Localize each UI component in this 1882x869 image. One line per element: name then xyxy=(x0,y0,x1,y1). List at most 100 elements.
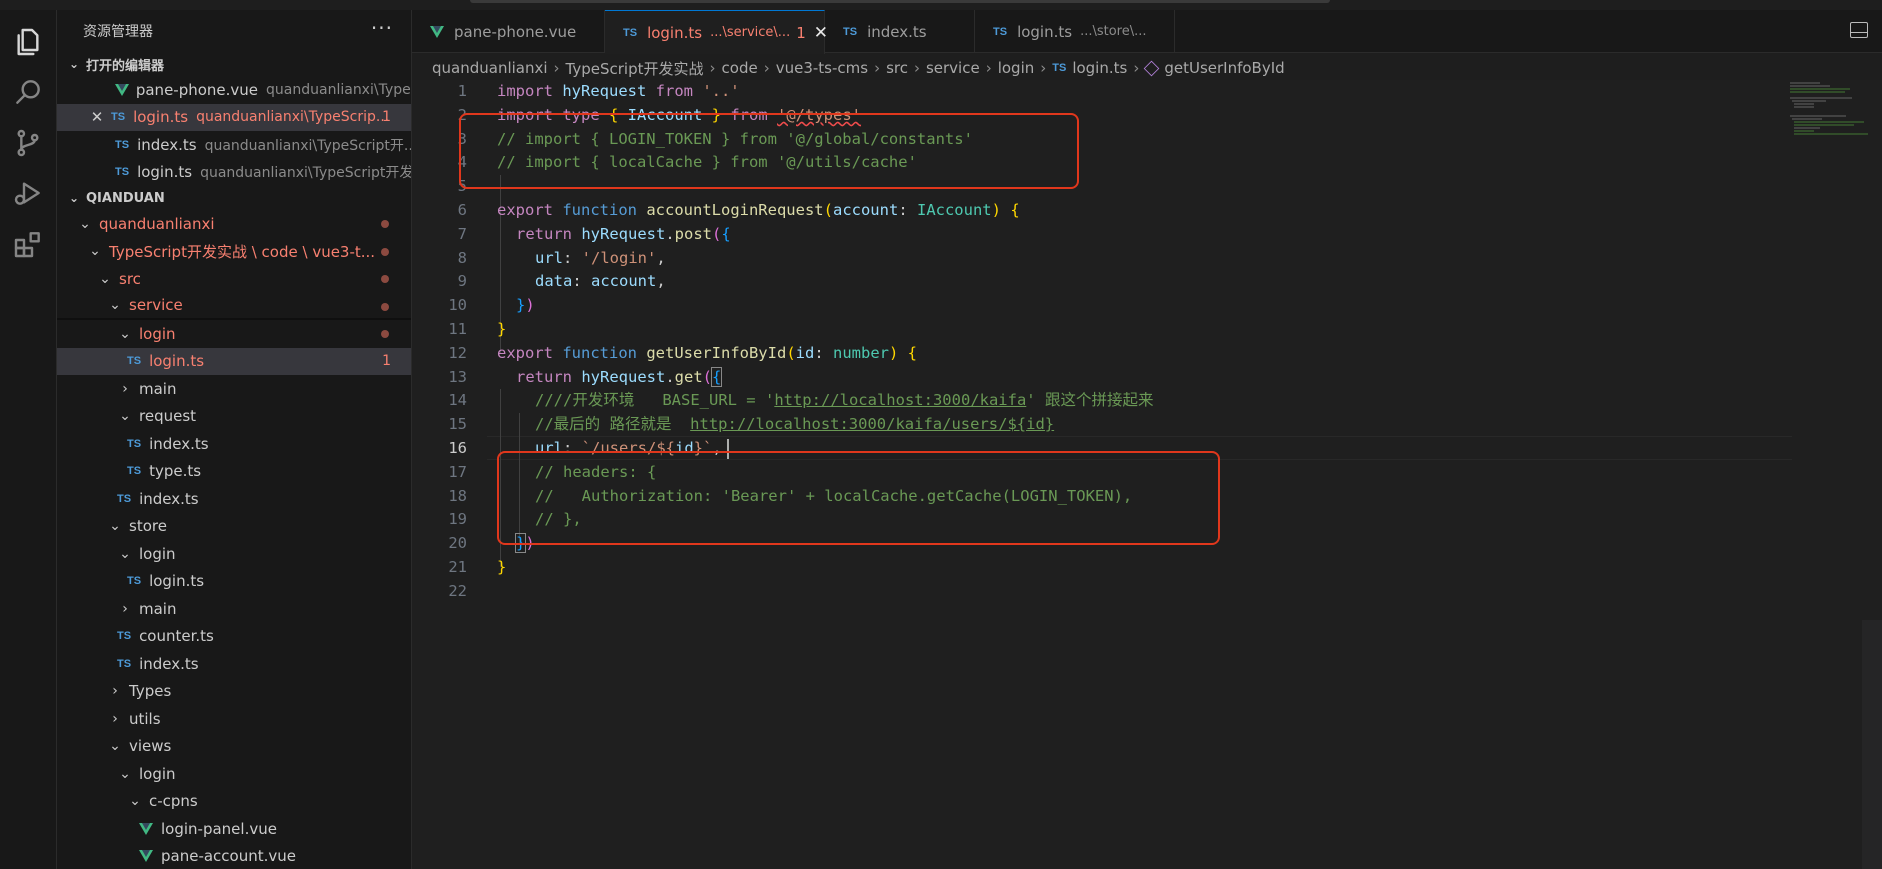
tree-file[interactable]: TS counter.ts xyxy=(57,623,411,651)
modified-dot xyxy=(381,220,389,228)
tree-folder[interactable]: › utils xyxy=(57,705,411,733)
tree-folder[interactable]: ⌄ service xyxy=(57,293,411,320)
chevron-down-icon: ⌄ xyxy=(109,738,121,755)
tree-folder[interactable]: ⌄ request xyxy=(57,403,411,431)
tree-folder[interactable]: ⌄ TypeScript开发实战 \ code \ vue3-t... xyxy=(57,238,411,266)
section-title: QIANDUAN xyxy=(86,190,165,206)
breadcrumb-item[interactable]: quanduanlianxi xyxy=(432,59,548,77)
ts-icon: TS xyxy=(117,630,132,643)
folder-section[interactable]: ⌄ QIANDUAN xyxy=(57,186,411,210)
explorer-icon[interactable] xyxy=(8,22,48,62)
tab-index[interactable]: TS index.ts xyxy=(825,10,975,53)
tree-label: store xyxy=(129,517,167,536)
toggle-panel-icon[interactable] xyxy=(1850,22,1868,38)
tree-file[interactable]: TS type.ts xyxy=(57,458,411,486)
tab-path: ...\store\... xyxy=(1080,24,1147,39)
breadcrumb-item[interactable]: login.ts xyxy=(1072,59,1127,77)
chevron-down-icon: ⌄ xyxy=(109,518,121,535)
tree-folder[interactable]: ⌄ src xyxy=(57,265,411,293)
vue-icon xyxy=(430,25,444,38)
line-number: 13 xyxy=(448,368,467,386)
open-editors-section[interactable]: ⌄ 打开的编辑器 xyxy=(57,52,411,76)
editor-tab-bar: pane-phone.vue TS login.ts ...\service\...… xyxy=(412,10,1882,54)
breadcrumb-item[interactable]: getUserInfoById xyxy=(1164,59,1284,77)
file-path: quanduanlianxi\Type... xyxy=(266,81,411,98)
tree-file[interactable]: TS index.ts xyxy=(57,430,411,458)
tree-label: views xyxy=(129,737,172,756)
code-text: }) xyxy=(516,296,535,314)
minimap[interactable] xyxy=(1788,80,1882,180)
open-editor-item[interactable]: TS login.ts quanduanlianxi\TypeScript开发.… xyxy=(57,159,411,187)
ts-icon: TS xyxy=(117,492,132,505)
code-editor[interactable]: 1 import hyRequest from '..' 2 import type… xyxy=(412,80,1882,869)
code-line: 14 ////开发环境 BASE_URL = 'http://localhost:… xyxy=(412,389,1792,413)
chevron-right-icon: › xyxy=(112,683,118,700)
open-editor-item[interactable]: TS index.ts quanduanlianxi\TypeScript开..… xyxy=(57,131,411,159)
tree-folder[interactable]: ⌄ quanduanlianxi xyxy=(57,210,411,238)
breadcrumb-item[interactable]: login xyxy=(998,59,1035,77)
file-name: pane-phone.vue xyxy=(135,80,259,99)
tree-folder[interactable]: ⌄ login xyxy=(57,540,411,568)
tree-folder[interactable]: › main xyxy=(57,595,411,623)
tab-login-store[interactable]: TS login.ts ...\store\... xyxy=(975,10,1175,53)
open-editor-item[interactable]: ✕ TS login.ts quanduanlianxi\TypeScrip..… xyxy=(57,103,411,131)
chevron-right-icon: › xyxy=(122,380,128,397)
ts-icon: TS xyxy=(127,437,142,450)
tree-folder[interactable]: ⌄ views xyxy=(57,733,411,761)
chevron-down-icon: ⌄ xyxy=(109,297,121,314)
tree-label: login xyxy=(139,324,176,343)
ts-icon: TS xyxy=(127,575,142,588)
open-editor-item[interactable]: pane-phone.vue quanduanlianxi\Type... xyxy=(57,76,411,104)
file-path: quanduanlianxi\TypeScript开发... xyxy=(200,165,411,182)
breadcrumb-item[interactable]: service xyxy=(926,59,980,77)
tab-login-service[interactable]: TS login.ts ...\service\... 1 ✕ xyxy=(605,10,828,54)
section-title: 打开的编辑器 xyxy=(86,58,165,74)
tree-folder[interactable]: ⌄ login xyxy=(57,320,411,348)
tree-label: login.ts xyxy=(149,572,205,591)
tree-label: pane-account.vue xyxy=(161,847,296,866)
tree-label: main xyxy=(139,379,177,398)
editor-scrollbar[interactable] xyxy=(1862,620,1882,869)
ts-icon: TS xyxy=(993,25,1008,38)
more-actions-icon[interactable]: ··· xyxy=(371,18,393,38)
modified-dot xyxy=(381,330,389,338)
tree-label: main xyxy=(139,599,177,618)
tree-folder[interactable]: › Types xyxy=(57,678,411,706)
tree-file[interactable]: login-panel.vue xyxy=(57,815,411,843)
line-number: 12 xyxy=(448,344,467,362)
tree-file[interactable]: TS index.ts xyxy=(57,650,411,678)
breadcrumb-item[interactable]: code xyxy=(722,59,758,77)
tree-label: login-panel.vue xyxy=(161,819,277,838)
tab-pane-phone[interactable]: pane-phone.vue xyxy=(412,10,605,53)
chevron-down-icon: ⌄ xyxy=(129,793,141,810)
source-control-icon[interactable] xyxy=(8,123,48,163)
tree-file[interactable]: TS index.ts xyxy=(57,485,411,513)
breadcrumb-item[interactable]: vue3-ts-cms xyxy=(776,59,868,77)
run-debug-icon[interactable] xyxy=(8,173,48,213)
line-number: 22 xyxy=(448,582,467,600)
breadcrumb-item[interactable]: src xyxy=(886,59,908,77)
code-text: return hyRequest.get({ xyxy=(516,367,723,387)
line-number: 21 xyxy=(448,558,467,576)
explorer-header: 资源管理器 ··· xyxy=(57,10,411,52)
tree-label: Types xyxy=(129,682,172,701)
extensions-icon[interactable] xyxy=(8,224,48,264)
tree-folder[interactable]: ⌄ login xyxy=(57,760,411,788)
tree-label: quanduanlianxi xyxy=(99,214,215,233)
close-icon[interactable]: ✕ xyxy=(89,108,105,126)
tree-folder[interactable]: › main xyxy=(57,375,411,403)
search-icon[interactable] xyxy=(8,72,48,112)
ts-icon: TS xyxy=(127,465,142,478)
tree-label: src xyxy=(119,269,141,288)
tree-file-selected[interactable]: TS login.ts 1 xyxy=(57,347,411,375)
tree-file[interactable]: pane-account.vue xyxy=(57,843,411,869)
tree-label: login xyxy=(139,544,176,563)
tree-folder[interactable]: ⌄ store xyxy=(57,513,411,541)
tree-file[interactable]: TS login.ts xyxy=(57,568,411,596)
explorer-title: 资源管理器 xyxy=(83,24,153,40)
tree-label: TypeScript开发实战 \ code \ vue3-t... xyxy=(109,242,376,261)
line-number: 18 xyxy=(448,487,467,505)
line-number: 10 xyxy=(448,296,467,314)
breadcrumb-item[interactable]: TypeScript开发实战 xyxy=(566,58,704,79)
tree-folder[interactable]: ⌄ c-cpns xyxy=(57,788,411,816)
